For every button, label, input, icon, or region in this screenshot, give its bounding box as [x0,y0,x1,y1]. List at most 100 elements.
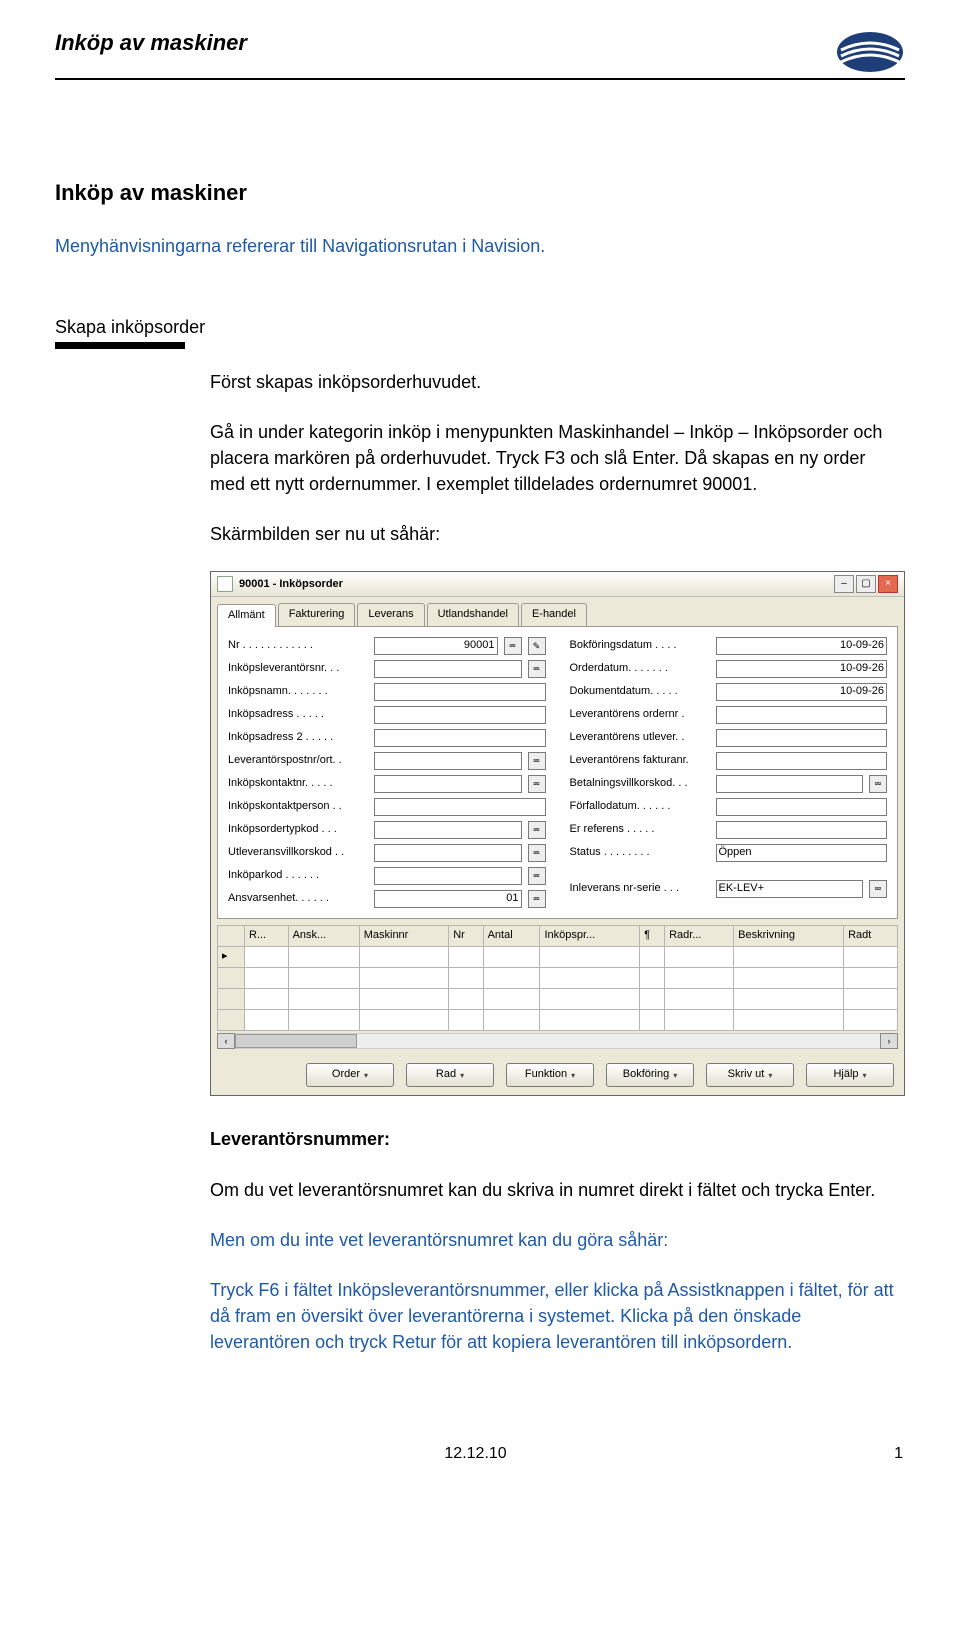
bokföring-button[interactable]: Bokföring▾ [606,1063,694,1087]
grid-cell[interactable] [844,1010,898,1031]
tab-leverans[interactable]: Leverans [357,603,424,626]
grid-cell[interactable] [359,968,448,989]
grid-cell[interactable] [540,989,640,1010]
tab-allmänt[interactable]: Allmänt [217,604,276,627]
grid-cell[interactable] [288,989,359,1010]
grid-cell[interactable]: ▸ [218,947,245,968]
grid-cell[interactable] [844,989,898,1010]
grid-header[interactable]: Ansk... [288,926,359,947]
lookup-button[interactable]: ⮹ [528,867,546,885]
field-input[interactable]: 10-09-26 [716,660,888,678]
close-button[interactable]: × [878,575,898,593]
grid-cell[interactable] [844,968,898,989]
rad-button[interactable]: Rad▾ [406,1063,494,1087]
grid-cell[interactable] [449,989,483,1010]
lookup-button[interactable]: ⮹ [528,890,546,908]
horizontal-scrollbar[interactable]: ‹ › [217,1033,898,1049]
field-input[interactable] [716,729,888,747]
grid-cell[interactable] [245,968,289,989]
grid-header[interactable]: R... [245,926,289,947]
scroll-right-button[interactable]: › [880,1033,898,1049]
grid-cell[interactable] [734,968,844,989]
grid-cell[interactable] [359,947,448,968]
field-input[interactable] [374,752,522,770]
grid-cell[interactable] [288,968,359,989]
grid-header[interactable]: Nr [449,926,483,947]
edit-icon[interactable]: ✎ [528,637,546,655]
skriv-ut-button[interactable]: Skriv ut▾ [706,1063,794,1087]
grid-cell[interactable] [734,989,844,1010]
grid-cell[interactable] [734,1010,844,1031]
order-button[interactable]: Order▾ [306,1063,394,1087]
minimize-button[interactable]: – [834,575,854,593]
grid-cell[interactable] [483,1010,540,1031]
field-input[interactable]: 10-09-26 [716,683,888,701]
grid-cell[interactable] [640,968,665,989]
field-input[interactable] [374,798,546,816]
field-input[interactable] [374,844,522,862]
tab-utlandshandel[interactable]: Utlandshandel [427,603,519,626]
grid-header[interactable]: Maskinnr [359,926,448,947]
table-row[interactable] [218,1010,898,1031]
grid-cell[interactable] [288,947,359,968]
grid-cell[interactable] [218,1010,245,1031]
lines-grid[interactable]: R...Ansk...MaskinnrNrAntalInköpspr...¶ Ra… [217,925,898,1031]
lookup-button[interactable]: ⮹ [528,844,546,862]
grid-cell[interactable] [665,1010,734,1031]
maximize-button[interactable]: ▢ [856,575,876,593]
field-input[interactable] [716,775,864,793]
grid-cell[interactable] [540,968,640,989]
lookup-button[interactable]: ⮹ [504,637,522,655]
lookup-button[interactable]: ⮹ [869,775,887,793]
grid-header[interactable]: Radt [844,926,898,947]
field-input[interactable] [374,775,522,793]
funktion-button[interactable]: Funktion▾ [506,1063,594,1087]
table-row[interactable]: ▸ [218,947,898,968]
grid-cell[interactable] [665,968,734,989]
lookup-button[interactable]: ⮹ [528,660,546,678]
grid-cell[interactable] [218,968,245,989]
scroll-left-button[interactable]: ‹ [217,1033,235,1049]
grid-cell[interactable] [483,989,540,1010]
field-input[interactable] [716,752,888,770]
grid-cell[interactable] [483,968,540,989]
table-row[interactable] [218,989,898,1010]
field-input[interactable] [716,798,888,816]
grid-header[interactable]: Inköpspr... [540,926,640,947]
grid-cell[interactable] [640,1010,665,1031]
grid-cell[interactable] [734,947,844,968]
grid-cell[interactable] [449,947,483,968]
lookup-button[interactable]: ⮹ [869,880,887,898]
grid-cell[interactable] [540,947,640,968]
table-row[interactable] [218,968,898,989]
grid-cell[interactable] [449,968,483,989]
grid-cell[interactable] [245,989,289,1010]
grid-header[interactable] [218,926,245,947]
grid-header[interactable]: Beskrivning [734,926,844,947]
field-input[interactable] [716,706,888,724]
grid-header[interactable]: Antal [483,926,540,947]
hjälp-button[interactable]: Hjälp▾ [806,1063,894,1087]
grid-cell[interactable] [483,947,540,968]
field-input[interactable]: Öppen [716,844,888,862]
grid-cell[interactable] [359,1010,448,1031]
grid-cell[interactable] [359,989,448,1010]
grid-cell[interactable] [665,947,734,968]
field-input[interactable] [374,660,522,678]
field-input[interactable] [716,821,888,839]
grid-cell[interactable] [245,947,289,968]
grid-header[interactable]: ¶ [640,926,665,947]
field-input[interactable]: 01 [374,890,522,908]
grid-cell[interactable] [245,1010,289,1031]
grid-cell[interactable] [288,1010,359,1031]
field-input[interactable] [374,821,522,839]
lookup-button[interactable]: ⮹ [528,752,546,770]
field-input[interactable] [374,729,546,747]
scroll-track[interactable] [235,1033,880,1049]
tab-e-handel[interactable]: E-handel [521,603,587,626]
field-input[interactable]: 90001 [374,637,498,655]
grid-cell[interactable] [540,1010,640,1031]
scroll-thumb[interactable] [235,1034,357,1048]
lookup-button[interactable]: ⮹ [528,821,546,839]
field-input[interactable] [374,683,546,701]
